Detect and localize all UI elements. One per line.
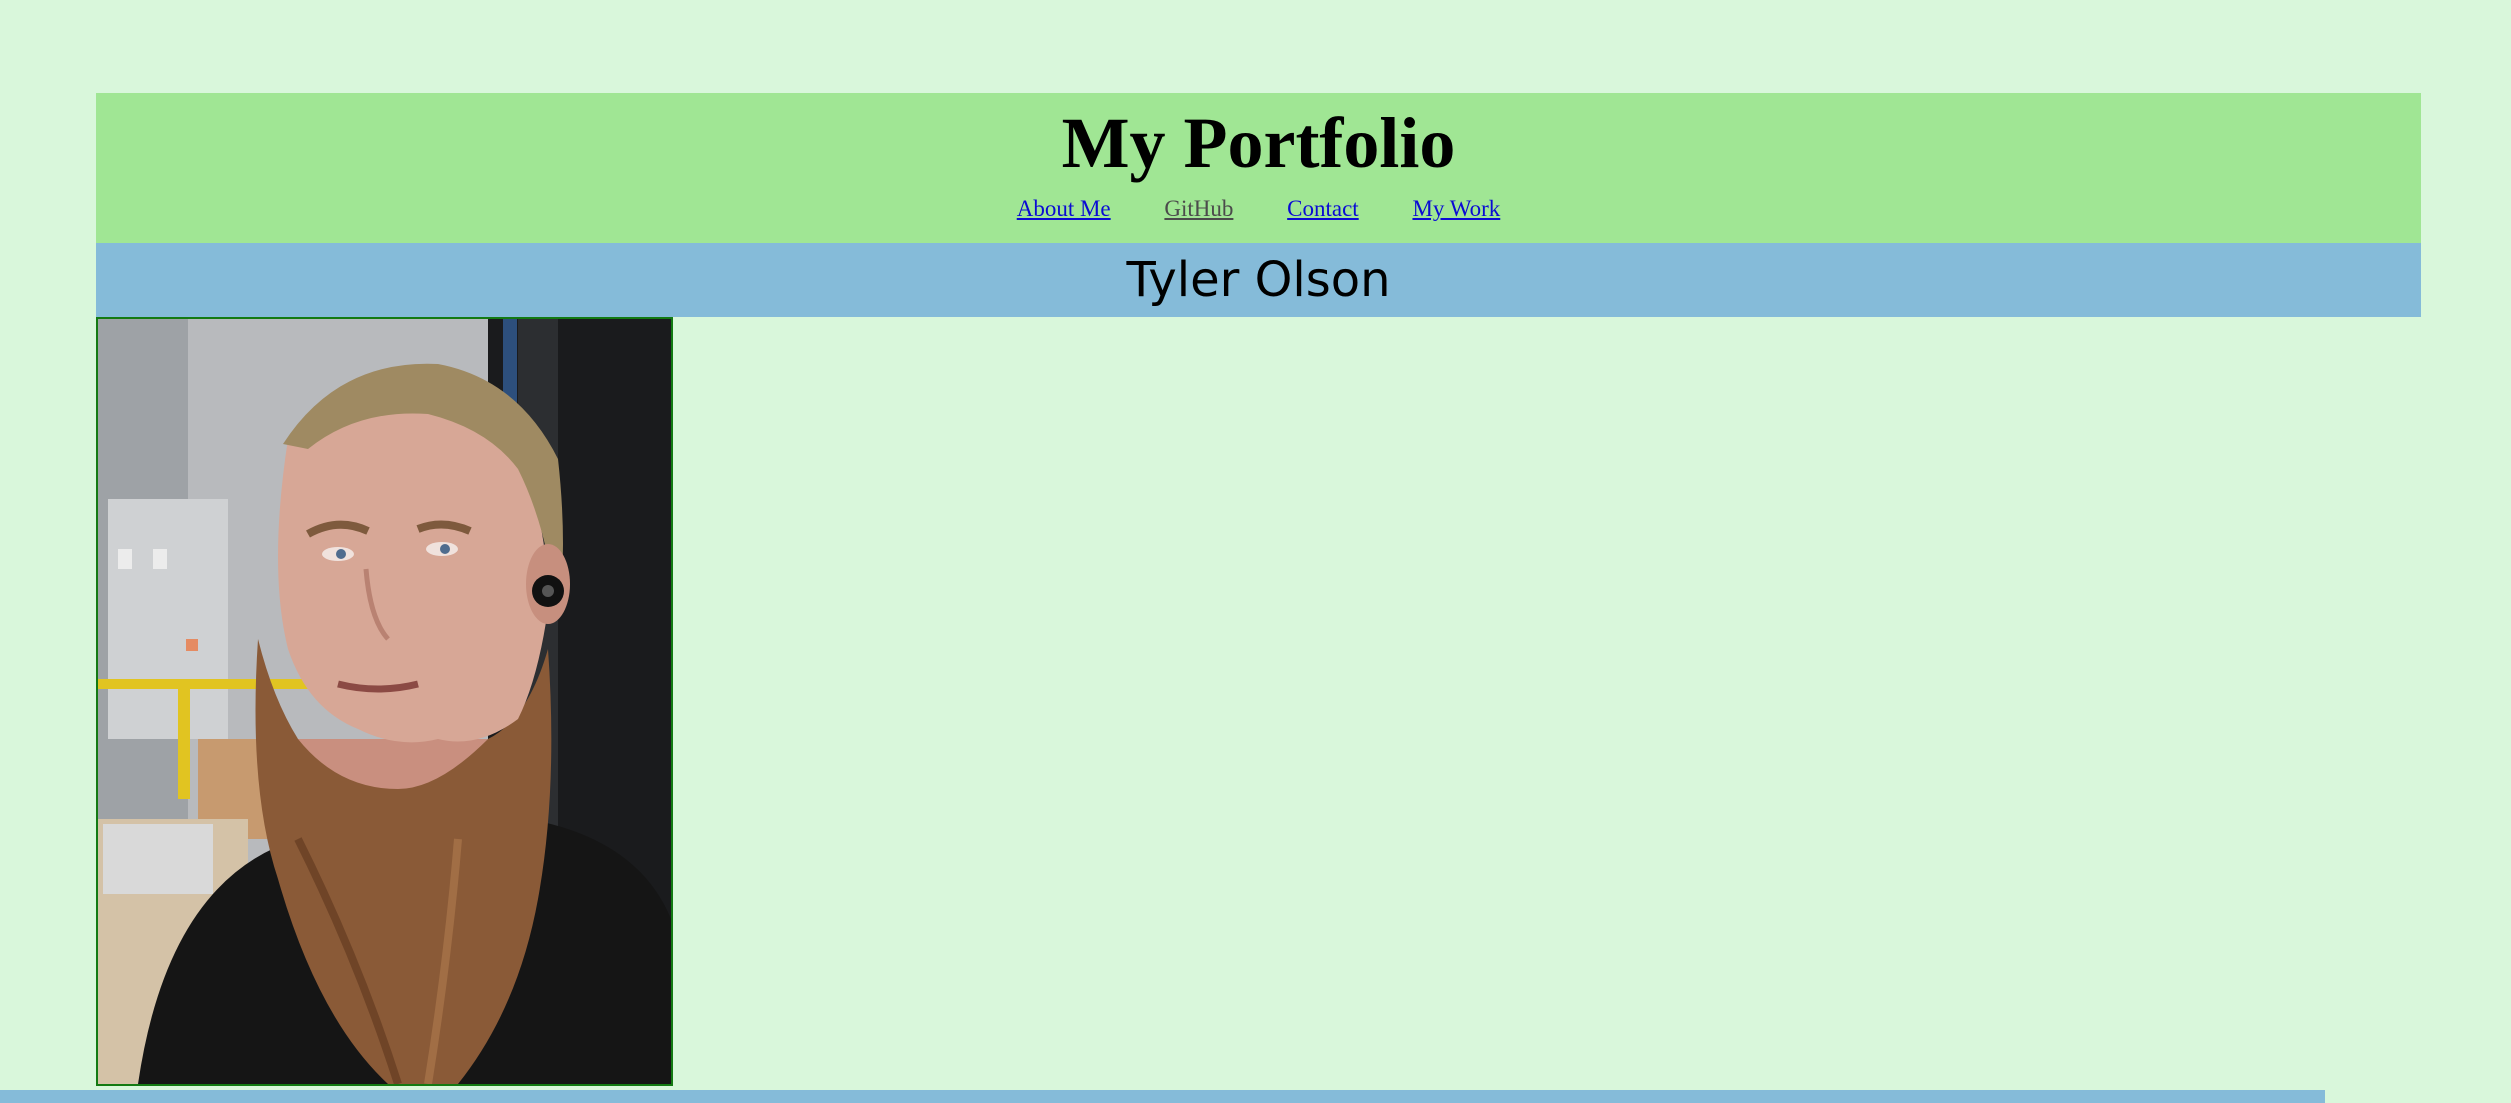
main-content (96, 317, 2421, 1088)
page-title: My Portfolio (1061, 103, 1456, 183)
profile-name: Tyler Olson (96, 243, 2421, 317)
nav-link-contact[interactable]: Contact (1287, 195, 1359, 223)
nav-link-about-me[interactable]: About Me (1017, 195, 1111, 223)
site-header: My Portfolio About Me GitHub Contact My … (96, 93, 2421, 243)
footer-bar (0, 1090, 2325, 1103)
nav-link-github[interactable]: GitHub (1164, 195, 1233, 223)
portfolio-page: My Portfolio About Me GitHub Contact My … (96, 93, 2421, 1088)
nav-link-my-work[interactable]: My Work (1412, 195, 1500, 223)
profile-photo (96, 317, 673, 1086)
main-nav: About Me GitHub Contact My Work (96, 195, 2421, 223)
portrait-photo-icon (98, 319, 671, 1084)
